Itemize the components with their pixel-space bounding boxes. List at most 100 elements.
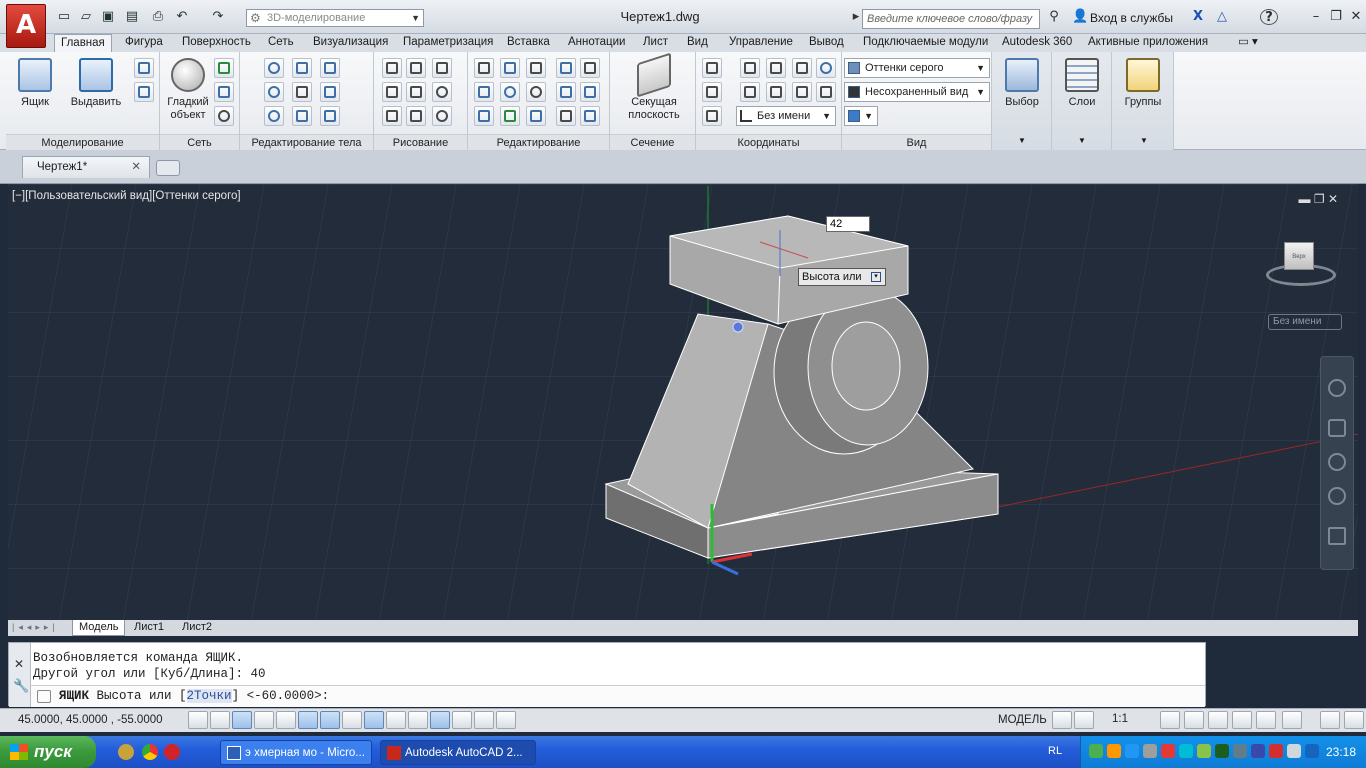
ucs-previous-icon[interactable] bbox=[740, 82, 760, 102]
extrude-button[interactable]: Выдавить bbox=[66, 58, 126, 109]
move-icon[interactable] bbox=[526, 58, 546, 78]
command-line[interactable]: ✕ 🔧 Возобновляется команда ЯЩИК. Другой … bbox=[8, 642, 1206, 707]
exchange-icon[interactable]: X bbox=[1190, 9, 1206, 25]
modify-7-icon[interactable] bbox=[556, 82, 576, 102]
modify-1-icon[interactable] bbox=[474, 58, 494, 78]
smooth-less-icon[interactable] bbox=[214, 82, 234, 102]
tray-icon[interactable] bbox=[1179, 744, 1193, 758]
file-tab-drawing1[interactable]: Чертеж1* ✕ bbox=[22, 156, 150, 178]
viewcube-top-face[interactable]: Верх bbox=[1284, 242, 1314, 270]
tab-output[interactable]: Вывод bbox=[803, 34, 850, 52]
tab-mesh[interactable]: Сеть bbox=[262, 34, 300, 52]
quicklaunch-icon[interactable] bbox=[118, 744, 134, 760]
tray-icon[interactable] bbox=[1161, 744, 1175, 758]
keyword-option-2points[interactable]: 2Точки bbox=[186, 689, 232, 703]
zoom-icon[interactable] bbox=[1328, 453, 1346, 471]
ucs-face-icon[interactable] bbox=[702, 82, 722, 102]
viewport-config-dropdown[interactable]: ▼ bbox=[844, 106, 878, 126]
quick-properties-icon[interactable] bbox=[452, 711, 472, 729]
user-icon[interactable]: 👤 bbox=[1072, 9, 1088, 25]
snap-icon[interactable] bbox=[210, 711, 230, 729]
tray-icon[interactable] bbox=[1287, 744, 1301, 758]
search-input[interactable]: Введите ключевое слово/фразу bbox=[862, 9, 1040, 29]
lock-icon[interactable] bbox=[1232, 711, 1252, 729]
command-prompt[interactable]: ЯЩИК Высота или [2Точки] <-60.0000>: bbox=[31, 685, 1205, 707]
tab-manage[interactable]: Управление bbox=[723, 34, 799, 52]
tab-model[interactable]: Модель bbox=[72, 620, 126, 636]
intersect-icon[interactable] bbox=[264, 106, 284, 126]
polyline-icon[interactable] bbox=[382, 58, 402, 78]
panel-layers[interactable]: Слои ▼ bbox=[1052, 52, 1112, 150]
ellipse-icon[interactable] bbox=[432, 106, 452, 126]
binoculars-icon[interactable]: ⚲ bbox=[1046, 9, 1062, 25]
close-icon[interactable]: ✕ bbox=[1348, 9, 1364, 25]
named-view-dropdown[interactable]: Несохраненный вид ▼ bbox=[844, 82, 990, 102]
tray-icon[interactable] bbox=[1251, 744, 1265, 758]
panel-label[interactable]: Сеть bbox=[160, 134, 239, 150]
viewcube[interactable]: Верх bbox=[1262, 238, 1340, 294]
box-button[interactable]: Ящик bbox=[10, 58, 60, 109]
panel-label[interactable]: Сечение bbox=[610, 134, 695, 150]
transparency-icon[interactable] bbox=[430, 711, 450, 729]
tray-icon[interactable] bbox=[1107, 744, 1121, 758]
modify-8-icon[interactable] bbox=[580, 82, 600, 102]
save-icon[interactable]: ▣ bbox=[100, 9, 116, 25]
smooth-shape-icon[interactable] bbox=[134, 58, 154, 78]
language-indicator[interactable]: RL bbox=[1048, 745, 1062, 757]
tab-plugins[interactable]: Подключаемые модули bbox=[857, 34, 994, 52]
tray-icon[interactable] bbox=[1089, 744, 1103, 758]
steering-wheel-icon[interactable] bbox=[1328, 379, 1346, 397]
coordinates-readout[interactable]: 45.0000, 45.0000 , -55.0000 bbox=[18, 714, 163, 726]
ucs-named-icon[interactable] bbox=[702, 106, 722, 126]
section-plane-button[interactable]: Секущая плоскость bbox=[614, 52, 694, 122]
ducs-icon[interactable] bbox=[364, 711, 384, 729]
quick-view-drawings-icon[interactable] bbox=[1074, 711, 1094, 729]
tab-parametric[interactable]: Параметризация bbox=[397, 34, 499, 52]
ucs-x-icon[interactable] bbox=[766, 58, 786, 78]
panel-label[interactable]: Редактирование тела bbox=[240, 134, 373, 150]
union-icon[interactable] bbox=[264, 58, 284, 78]
tab-layout[interactable]: Лист bbox=[637, 34, 674, 52]
subtract-icon[interactable] bbox=[264, 82, 284, 102]
layers-button[interactable]: Слои bbox=[1056, 58, 1108, 109]
sign-in-button[interactable]: Вход в службы bbox=[1090, 11, 1173, 25]
redo-icon[interactable]: ↷ bbox=[210, 9, 226, 25]
solid-edit-1-icon[interactable] bbox=[292, 58, 312, 78]
new-file-icon[interactable]: ▭ bbox=[56, 9, 72, 25]
modify-4-icon[interactable] bbox=[580, 58, 600, 78]
thicken-icon[interactable] bbox=[292, 106, 312, 126]
quick-view-layouts-icon[interactable] bbox=[1052, 711, 1072, 729]
tab-sheet1[interactable]: Лист1 bbox=[128, 620, 170, 636]
panel-selection[interactable]: Выбор ▼ bbox=[992, 52, 1052, 150]
drawing-viewport[interactable]: [−][Пользовательский вид][Оттенки серого… bbox=[8, 184, 1358, 620]
polygon-icon[interactable] bbox=[382, 106, 402, 126]
new-tab-button[interactable] bbox=[156, 160, 180, 176]
panel-label[interactable]: Рисование bbox=[374, 134, 467, 150]
rotate-icon[interactable] bbox=[526, 82, 546, 102]
dynamic-input-field[interactable]: 42 bbox=[826, 216, 870, 232]
viewport-controls-label[interactable]: [−][Пользовательский вид][Оттенки серого… bbox=[12, 190, 241, 202]
tray-icon[interactable] bbox=[1269, 744, 1283, 758]
presspull-icon[interactable] bbox=[134, 82, 154, 102]
close-icon[interactable]: ✕ bbox=[14, 657, 24, 671]
ortho-icon[interactable] bbox=[254, 711, 274, 729]
dyn-icon[interactable] bbox=[386, 711, 406, 729]
start-button[interactable]: пуск bbox=[0, 736, 96, 768]
solid-edit-3-icon[interactable] bbox=[320, 82, 340, 102]
otrack-icon[interactable] bbox=[342, 711, 362, 729]
save-as-icon[interactable]: ▤ bbox=[124, 9, 140, 25]
grid-icon[interactable] bbox=[232, 711, 252, 729]
panel-label[interactable]: Редактирование bbox=[468, 134, 609, 150]
tray-icon[interactable] bbox=[1233, 744, 1247, 758]
annotation-scale[interactable]: 1:1 bbox=[1112, 713, 1128, 725]
modify-9-icon[interactable] bbox=[474, 106, 494, 126]
showmotion-icon[interactable] bbox=[1328, 527, 1346, 545]
tab-home[interactable]: Главная bbox=[54, 34, 112, 53]
taskbar-word-window[interactable]: э хмерная мо - Micro... bbox=[220, 740, 372, 765]
taskbar-autocad-window[interactable]: Autodesk AutoCAD 2... bbox=[380, 740, 536, 765]
orbit-icon[interactable] bbox=[1328, 487, 1346, 505]
ucs-icon[interactable] bbox=[702, 58, 722, 78]
modify-10-icon[interactable] bbox=[500, 106, 520, 126]
solid-edit-4-icon[interactable] bbox=[320, 106, 340, 126]
line-icon[interactable] bbox=[406, 82, 426, 102]
